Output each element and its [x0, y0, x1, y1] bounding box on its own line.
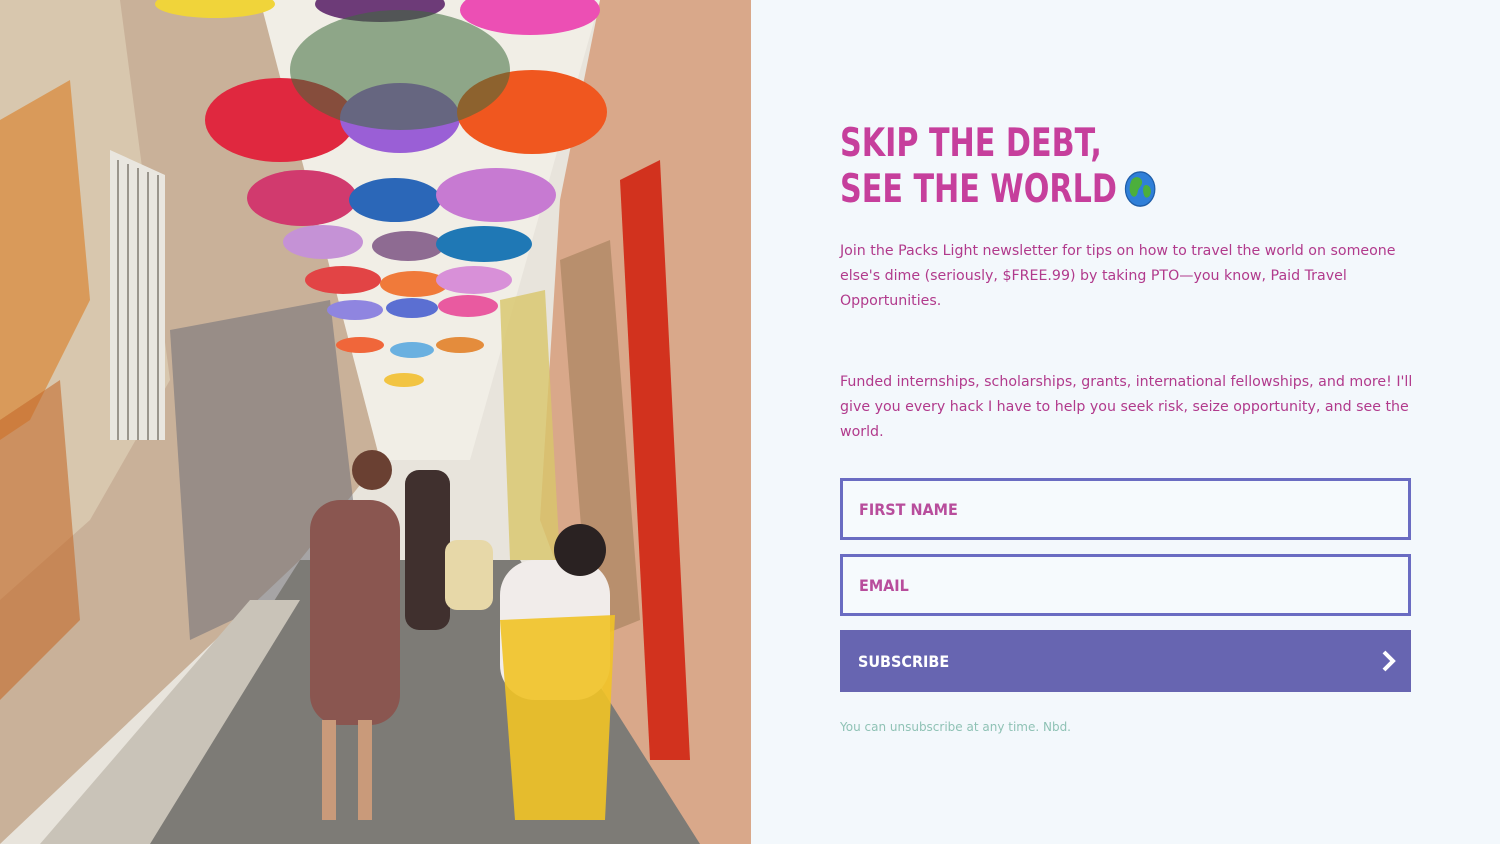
first-name-field[interactable]: [840, 478, 1411, 540]
umbrella-alley-illustration: [0, 0, 751, 844]
hero-photo: [0, 0, 751, 844]
email-input[interactable]: [843, 557, 1408, 613]
headline-line-1: SKIP THE DEBT,: [840, 121, 1102, 166]
details-text: Funded internships, scholarships, grants…: [840, 374, 1413, 440]
email-field[interactable]: [840, 554, 1411, 616]
headline-line-2-text: SEE THE WORLD: [840, 167, 1117, 212]
chevron-right-icon: [1382, 650, 1396, 672]
newsletter-panel: SKIP THE DEBT, SEE THE WORLD Join the Pa…: [751, 0, 1500, 844]
intro-text: Join the Packs Light newsletter for tips…: [840, 243, 1396, 309]
unsubscribe-note: You can unsubscribe at any time. Nbd.: [840, 720, 1071, 734]
globe-icon: [1124, 171, 1156, 207]
headline: SKIP THE DEBT, SEE THE WORLD: [840, 121, 1270, 213]
subscribe-button[interactable]: SUBSCRIBE: [840, 630, 1411, 692]
first-name-input[interactable]: [843, 481, 1408, 537]
subscribe-label: SUBSCRIBE: [858, 651, 950, 671]
headline-line-2: SEE THE WORLD: [840, 167, 1270, 213]
